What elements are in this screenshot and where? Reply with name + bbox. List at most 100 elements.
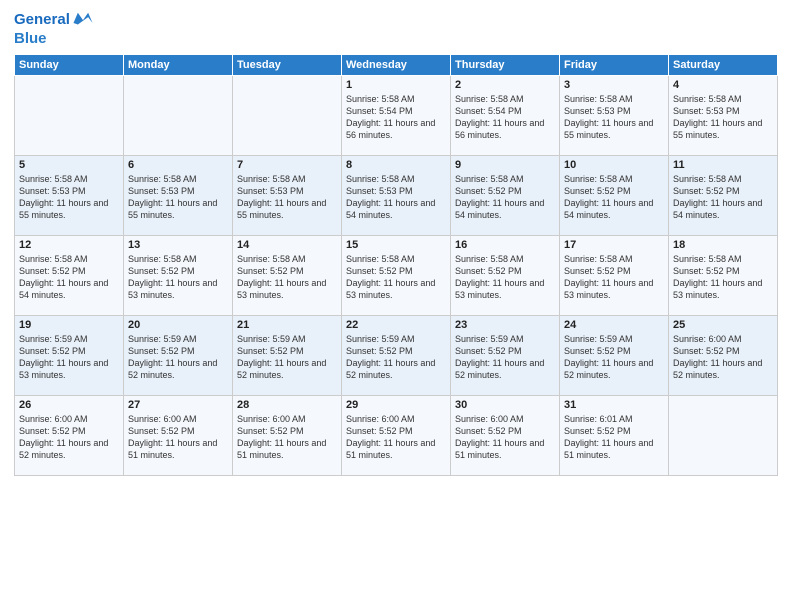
day-info: Sunrise: 5:58 AM Sunset: 5:52 PM Dayligh… — [128, 253, 228, 302]
calendar-cell: 14 Sunrise: 5:58 AM Sunset: 5:52 PM Dayli… — [233, 236, 342, 316]
day-number: 7 — [237, 159, 337, 171]
weekday-header-wednesday: Wednesday — [342, 55, 451, 76]
calendar-cell: 9 Sunrise: 5:58 AM Sunset: 5:52 PM Daylig… — [451, 156, 560, 236]
logo-icon — [72, 8, 94, 30]
day-number: 20 — [128, 319, 228, 331]
calendar-week-row: 12 Sunrise: 5:58 AM Sunset: 5:52 PM Dayli… — [15, 236, 778, 316]
calendar-cell: 21 Sunrise: 5:59 AM Sunset: 5:52 PM Dayli… — [233, 316, 342, 396]
day-info: Sunrise: 5:58 AM Sunset: 5:52 PM Dayligh… — [564, 253, 664, 302]
calendar-cell: 8 Sunrise: 5:58 AM Sunset: 5:53 PM Daylig… — [342, 156, 451, 236]
weekday-header-sunday: Sunday — [15, 55, 124, 76]
calendar-cell — [233, 76, 342, 156]
day-number: 10 — [564, 159, 664, 171]
day-info: Sunrise: 5:58 AM Sunset: 5:52 PM Dayligh… — [455, 253, 555, 302]
calendar-cell: 23 Sunrise: 5:59 AM Sunset: 5:52 PM Dayli… — [451, 316, 560, 396]
day-number: 17 — [564, 239, 664, 251]
calendar-cell: 17 Sunrise: 5:58 AM Sunset: 5:52 PM Dayli… — [560, 236, 669, 316]
day-number: 30 — [455, 399, 555, 411]
calendar-cell: 1 Sunrise: 5:58 AM Sunset: 5:54 PM Daylig… — [342, 76, 451, 156]
day-number: 27 — [128, 399, 228, 411]
calendar-cell — [124, 76, 233, 156]
day-info: Sunrise: 5:59 AM Sunset: 5:52 PM Dayligh… — [128, 333, 228, 382]
calendar-cell: 11Sunrise: 5:58 AM Sunset: 5:52 PM Dayli… — [669, 156, 778, 236]
day-info: Sunrise: 5:59 AM Sunset: 5:52 PM Dayligh… — [19, 333, 119, 382]
day-info: Sunrise: 5:58 AM Sunset: 5:52 PM Dayligh… — [19, 253, 119, 302]
day-number: 9 — [455, 159, 555, 171]
day-info: Sunrise: 5:58 AM Sunset: 5:52 PM Dayligh… — [346, 253, 446, 302]
day-number: 12 — [19, 239, 119, 251]
day-info: Sunrise: 5:58 AM Sunset: 5:53 PM Dayligh… — [673, 93, 773, 142]
logo-text-blue: Blue — [14, 30, 47, 47]
logo-text: General — [14, 12, 70, 29]
day-info: Sunrise: 5:58 AM Sunset: 5:53 PM Dayligh… — [128, 173, 228, 222]
calendar-cell: 2 Sunrise: 5:58 AM Sunset: 5:54 PM Daylig… — [451, 76, 560, 156]
day-number: 6 — [128, 159, 228, 171]
calendar-cell: 24 Sunrise: 5:59 AM Sunset: 5:52 PM Dayli… — [560, 316, 669, 396]
day-number: 24 — [564, 319, 664, 331]
weekday-header-thursday: Thursday — [451, 55, 560, 76]
calendar-cell: 15Sunrise: 5:58 AM Sunset: 5:52 PM Dayli… — [342, 236, 451, 316]
day-info: Sunrise: 5:58 AM Sunset: 5:52 PM Dayligh… — [673, 253, 773, 302]
calendar-cell: 30 Sunrise: 6:00 AM Sunset: 5:52 PM Dayli… — [451, 396, 560, 476]
day-info: Sunrise: 5:58 AM Sunset: 5:54 PM Dayligh… — [346, 93, 446, 142]
day-number: 4 — [673, 79, 773, 91]
day-info: Sunrise: 5:58 AM Sunset: 5:53 PM Dayligh… — [564, 93, 664, 142]
calendar-cell: 12 Sunrise: 5:58 AM Sunset: 5:52 PM Dayli… — [15, 236, 124, 316]
calendar-week-row: 26 Sunrise: 6:00 AM Sunset: 5:52 PM Dayli… — [15, 396, 778, 476]
weekday-header-monday: Monday — [124, 55, 233, 76]
day-number: 26 — [19, 399, 119, 411]
day-number: 2 — [455, 79, 555, 91]
day-number: 31 — [564, 399, 664, 411]
day-info: Sunrise: 5:59 AM Sunset: 5:52 PM Dayligh… — [455, 333, 555, 382]
calendar-table: SundayMondayTuesdayWednesdayThursdayFrid… — [14, 54, 778, 476]
day-info: Sunrise: 5:58 AM Sunset: 5:52 PM Dayligh… — [673, 173, 773, 222]
weekday-header-friday: Friday — [560, 55, 669, 76]
calendar-cell: 26 Sunrise: 6:00 AM Sunset: 5:52 PM Dayli… — [15, 396, 124, 476]
calendar-week-row: 19 Sunrise: 5:59 AM Sunset: 5:52 PM Dayli… — [15, 316, 778, 396]
weekday-header-row: SundayMondayTuesdayWednesdayThursdayFrid… — [15, 55, 778, 76]
day-number: 19 — [19, 319, 119, 331]
calendar-cell — [669, 396, 778, 476]
day-info: Sunrise: 5:58 AM Sunset: 5:52 PM Dayligh… — [237, 253, 337, 302]
day-number: 22 — [346, 319, 446, 331]
calendar-cell: 31 Sunrise: 6:01 AM Sunset: 5:52 PM Dayli… — [560, 396, 669, 476]
calendar-cell: 10 Sunrise: 5:58 AM Sunset: 5:52 PM Dayli… — [560, 156, 669, 236]
day-number: 1 — [346, 79, 446, 91]
calendar-cell: 3Sunrise: 5:58 AM Sunset: 5:53 PM Daylig… — [560, 76, 669, 156]
day-info: Sunrise: 5:59 AM Sunset: 5:52 PM Dayligh… — [237, 333, 337, 382]
calendar-cell: 6 Sunrise: 5:58 AM Sunset: 5:53 PM Daylig… — [124, 156, 233, 236]
day-info: Sunrise: 5:58 AM Sunset: 5:52 PM Dayligh… — [564, 173, 664, 222]
header: General Blue — [14, 10, 778, 48]
calendar-cell: 5Sunrise: 5:58 AM Sunset: 5:53 PM Daylig… — [15, 156, 124, 236]
calendar-cell: 28Sunrise: 6:00 AM Sunset: 5:52 PM Dayli… — [233, 396, 342, 476]
calendar-week-row: 1 Sunrise: 5:58 AM Sunset: 5:54 PM Daylig… — [15, 76, 778, 156]
calendar-cell: 16Sunrise: 5:58 AM Sunset: 5:52 PM Dayli… — [451, 236, 560, 316]
day-info: Sunrise: 5:58 AM Sunset: 5:53 PM Dayligh… — [346, 173, 446, 222]
day-info: Sunrise: 6:00 AM Sunset: 5:52 PM Dayligh… — [673, 333, 773, 382]
calendar-cell: 25Sunrise: 6:00 AM Sunset: 5:52 PM Dayli… — [669, 316, 778, 396]
calendar-cell: 27 Sunrise: 6:00 AM Sunset: 5:52 PM Dayli… — [124, 396, 233, 476]
calendar-cell: 13Sunrise: 5:58 AM Sunset: 5:52 PM Dayli… — [124, 236, 233, 316]
calendar-cell: 29Sunrise: 6:00 AM Sunset: 5:52 PM Dayli… — [342, 396, 451, 476]
day-number: 8 — [346, 159, 446, 171]
calendar-cell: 20 Sunrise: 5:59 AM Sunset: 5:52 PM Dayli… — [124, 316, 233, 396]
calendar-week-row: 5Sunrise: 5:58 AM Sunset: 5:53 PM Daylig… — [15, 156, 778, 236]
calendar-cell: 18Sunrise: 5:58 AM Sunset: 5:52 PM Dayli… — [669, 236, 778, 316]
day-info: Sunrise: 5:58 AM Sunset: 5:52 PM Dayligh… — [455, 173, 555, 222]
day-info: Sunrise: 6:00 AM Sunset: 5:52 PM Dayligh… — [128, 413, 228, 462]
day-info: Sunrise: 6:00 AM Sunset: 5:52 PM Dayligh… — [455, 413, 555, 462]
day-number: 23 — [455, 319, 555, 331]
day-info: Sunrise: 6:01 AM Sunset: 5:52 PM Dayligh… — [564, 413, 664, 462]
day-info: Sunrise: 5:58 AM Sunset: 5:54 PM Dayligh… — [455, 93, 555, 142]
day-info: Sunrise: 5:59 AM Sunset: 5:52 PM Dayligh… — [564, 333, 664, 382]
day-number: 21 — [237, 319, 337, 331]
day-info: Sunrise: 6:00 AM Sunset: 5:52 PM Dayligh… — [19, 413, 119, 462]
calendar-cell: 19 Sunrise: 5:59 AM Sunset: 5:52 PM Dayli… — [15, 316, 124, 396]
weekday-header-tuesday: Tuesday — [233, 55, 342, 76]
day-info: Sunrise: 6:00 AM Sunset: 5:52 PM Dayligh… — [346, 413, 446, 462]
logo: General Blue — [14, 10, 94, 48]
day-number: 14 — [237, 239, 337, 251]
weekday-header-saturday: Saturday — [669, 55, 778, 76]
calendar-cell: 4 Sunrise: 5:58 AM Sunset: 5:53 PM Daylig… — [669, 76, 778, 156]
day-info: Sunrise: 5:58 AM Sunset: 5:53 PM Dayligh… — [19, 173, 119, 222]
